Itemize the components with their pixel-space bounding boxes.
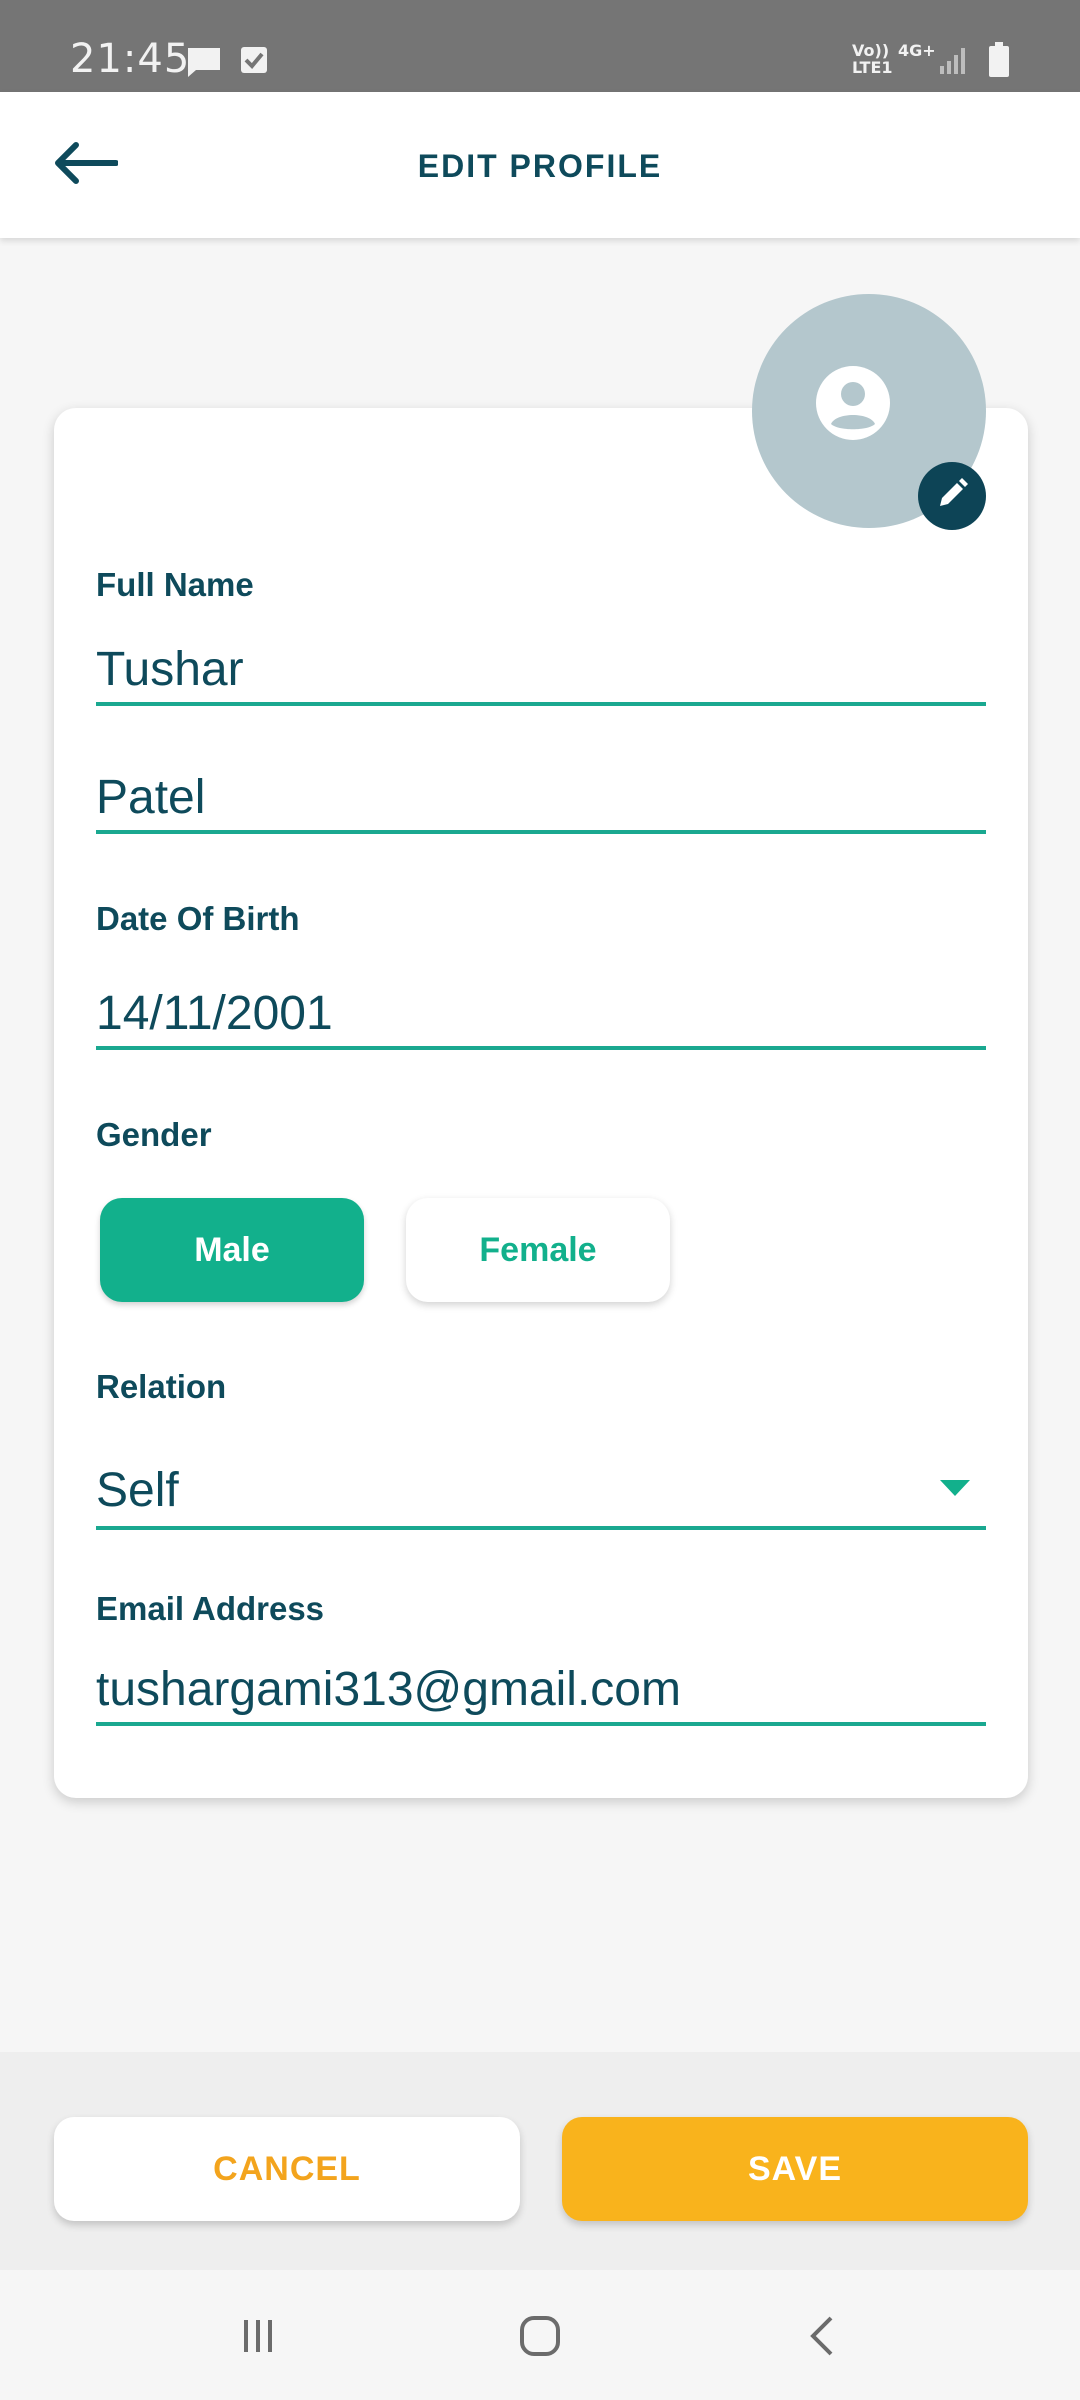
system-nav-bar [0,2270,1080,2400]
chevron-down-icon [940,1479,970,1501]
edit-avatar-button[interactable] [918,462,986,530]
check-icon [240,46,268,79]
email-label: Email Address [96,1590,325,1627]
relation-select[interactable]: Self [96,1454,986,1530]
chevron-left-icon [807,2314,837,2363]
pencil-icon [936,477,968,515]
status-time: 21:45 [70,36,191,82]
relation-value: Self [96,1463,179,1517]
relation-label: Relation [96,1368,227,1405]
first-name-input[interactable] [96,636,986,706]
gender-male-button[interactable]: Male [100,1198,364,1302]
status-bar: 21:45 Vo)) LTE1 4G+ [0,0,1080,92]
signal-icon [938,46,968,81]
bottom-action-bar: CANCEL SAVE [0,2052,1080,2270]
gender-female-button[interactable]: Female [406,1198,670,1302]
home-button[interactable] [510,2308,570,2368]
cancel-button[interactable]: CANCEL [54,2117,520,2221]
back-nav-button[interactable] [792,2308,852,2368]
gender-label: Gender [96,1116,212,1153]
email-input[interactable] [96,1656,986,1726]
recents-button[interactable] [228,2308,288,2368]
dob-input[interactable] [96,980,986,1050]
page-title: EDIT PROFILE [417,148,663,184]
dob-label: Date Of Birth [96,900,300,937]
app-bar: EDIT PROFILE [0,92,1080,238]
recents-icon [238,2316,278,2361]
message-icon [186,46,222,83]
account-circle-icon [816,366,890,440]
save-button[interactable]: SAVE [562,2117,1028,2221]
network-type: 4G+ [898,41,936,60]
last-name-input[interactable] [96,764,986,834]
home-icon [518,2314,562,2363]
battery-icon [988,42,1010,83]
network-label: Vo)) LTE1 [852,41,893,77]
full-name-label: Full Name [96,566,254,603]
